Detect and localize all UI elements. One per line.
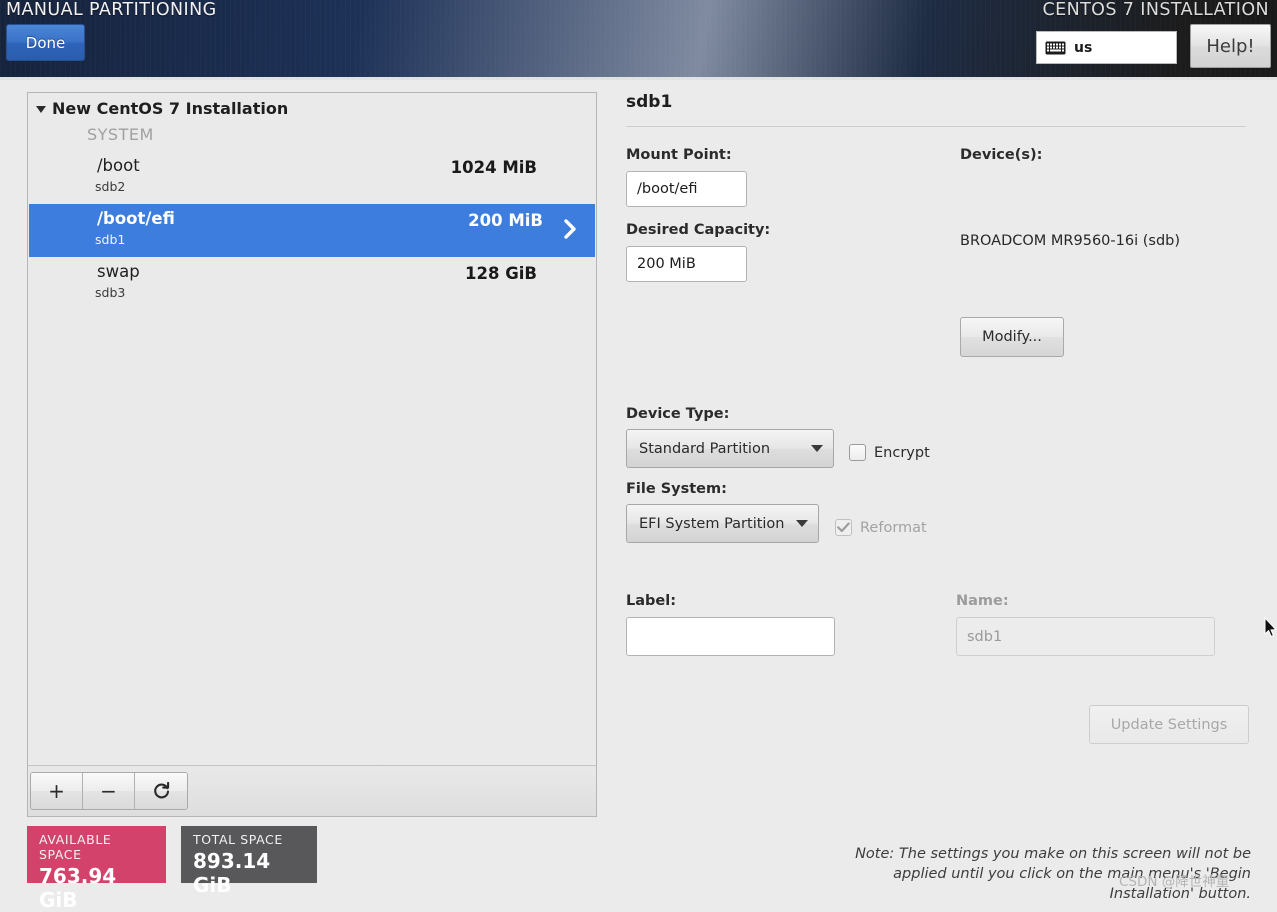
- partition-mount-point: swap: [97, 262, 140, 281]
- partition-mount-point: /boot: [97, 156, 140, 175]
- watermark-text: CSDN @降世神童: [1119, 874, 1230, 890]
- keyboard-icon: [1045, 41, 1066, 54]
- remove-partition-button[interactable]: −: [83, 773, 135, 809]
- device-type-value: Standard Partition: [639, 440, 771, 457]
- total-space-value: 893.14 GiB: [193, 849, 271, 897]
- add-partition-button[interactable]: +: [31, 773, 83, 809]
- file-system-select[interactable]: EFI System Partition: [626, 504, 819, 543]
- installer-title: CENTOS 7 INSTALLATION: [1042, 0, 1269, 20]
- section-label-system: SYSTEM: [87, 125, 154, 144]
- page-title: MANUAL PARTITIONING: [6, 0, 217, 20]
- devices-value: BROADCOM MR9560-16i (sdb): [960, 233, 1181, 249]
- partition-size: 200 MiB: [468, 211, 543, 230]
- partition-action-buttons: + −: [30, 772, 188, 810]
- partition-device-name: sdb2: [95, 179, 126, 194]
- devices-label: Device(s):: [960, 147, 1043, 163]
- plus-icon: +: [48, 779, 65, 803]
- desired-capacity-input[interactable]: [626, 246, 747, 282]
- partition-details-panel: sdb1 Mount Point: Desired Capacity: Devi…: [626, 92, 1251, 902]
- available-space-value: 763.94 GiB: [39, 864, 117, 912]
- desired-capacity-label: Desired Capacity:: [626, 222, 771, 238]
- partition-list-toolbar: + −: [28, 765, 596, 816]
- name-field-label: Name:: [956, 593, 1009, 609]
- chevron-right-icon: [564, 219, 576, 239]
- partition-size: 128 GiB: [465, 264, 537, 283]
- checkbox-box: [835, 519, 852, 536]
- chevron-down-icon: [796, 520, 808, 527]
- check-icon: [837, 522, 850, 533]
- refresh-icon: [153, 781, 169, 798]
- total-space-title: TOTAL SPACE: [193, 832, 283, 847]
- mount-point-label: Mount Point:: [626, 147, 732, 163]
- done-button[interactable]: Done: [6, 24, 85, 61]
- mouse-cursor-icon: [1264, 617, 1277, 638]
- available-space-title: AVAILABLE SPACE: [39, 832, 112, 862]
- checkbox-box: [849, 444, 866, 461]
- keyboard-layout-label: us: [1074, 39, 1093, 56]
- available-space-box: AVAILABLE SPACE 763.94 GiB: [27, 826, 166, 912]
- header-divider: [0, 77, 1277, 80]
- table-row[interactable]: /boot/efi sdb1 200 MiB: [29, 204, 595, 257]
- partition-list[interactable]: New CentOS 7 Installation SYSTEM /boot s…: [28, 93, 596, 765]
- details-divider: [626, 126, 1246, 127]
- reformat-label: Reformat: [860, 519, 927, 536]
- partition-size: 1024 MiB: [450, 158, 537, 177]
- table-row[interactable]: swap sdb3 128 GiB: [29, 257, 595, 310]
- mount-point-input[interactable]: [626, 171, 747, 207]
- file-system-label: File System:: [626, 481, 727, 497]
- partition-mount-point: /boot/efi: [97, 209, 175, 228]
- top-header-bar: MANUAL PARTITIONING CENTOS 7 INSTALLATIO…: [0, 0, 1277, 80]
- help-button[interactable]: Help!: [1190, 24, 1271, 68]
- modify-button[interactable]: Modify...: [960, 317, 1064, 357]
- label-input[interactable]: [626, 617, 835, 656]
- label-field-label: Label:: [626, 593, 677, 609]
- chevron-down-icon: [811, 445, 823, 452]
- chevron-down-icon: [36, 106, 46, 113]
- encrypt-checkbox[interactable]: Encrypt: [849, 444, 930, 461]
- table-row[interactable]: /boot sdb2 1024 MiB: [29, 151, 595, 204]
- installation-group-header[interactable]: New CentOS 7 Installation: [36, 99, 288, 118]
- device-type-label: Device Type:: [626, 406, 730, 422]
- total-space-box: TOTAL SPACE 893.14 GiB: [181, 826, 317, 897]
- installation-group-label: New CentOS 7 Installation: [52, 99, 289, 118]
- encrypt-label: Encrypt: [874, 444, 930, 461]
- minus-icon: −: [100, 779, 117, 803]
- reformat-checkbox[interactable]: Reformat: [835, 519, 927, 536]
- refresh-partitions-button[interactable]: [135, 773, 187, 809]
- file-system-value: EFI System Partition: [639, 515, 785, 532]
- device-type-select[interactable]: Standard Partition: [626, 429, 834, 468]
- partition-list-panel: New CentOS 7 Installation SYSTEM /boot s…: [27, 92, 597, 817]
- update-settings-button[interactable]: Update Settings: [1089, 705, 1249, 744]
- selected-device-title: sdb1: [626, 92, 673, 112]
- partition-device-name: sdb3: [95, 285, 126, 300]
- keyboard-layout-indicator[interactable]: us: [1036, 31, 1177, 64]
- partition-device-name: sdb1: [95, 232, 126, 247]
- name-input: [956, 617, 1215, 656]
